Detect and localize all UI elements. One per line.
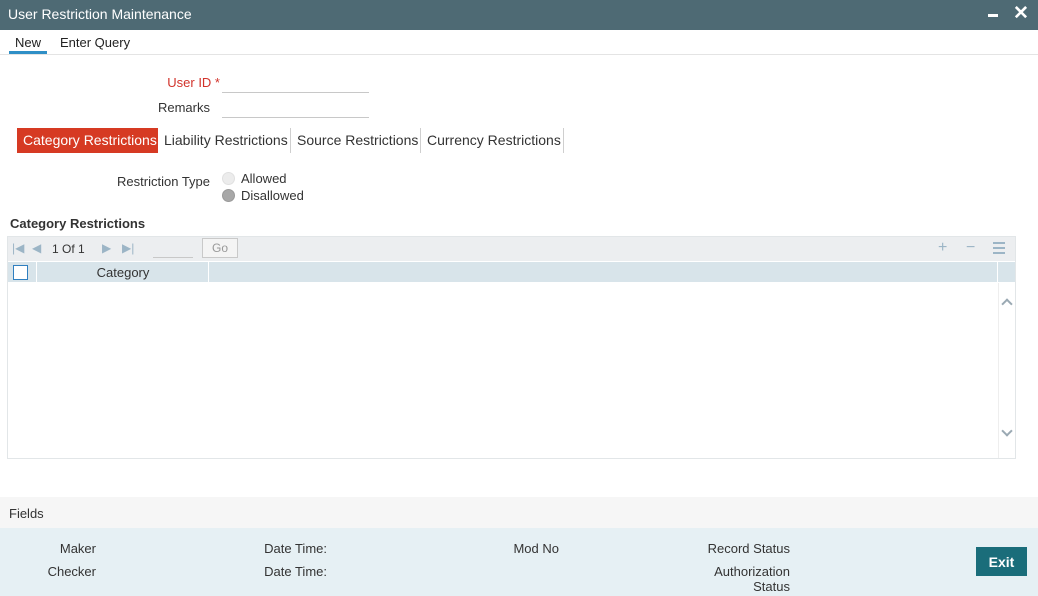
restriction-type-label: Restriction Type xyxy=(117,174,210,189)
column-divider xyxy=(208,262,209,282)
delete-row-icon[interactable]: − xyxy=(966,239,975,257)
menu-enter-query[interactable]: Enter Query xyxy=(60,35,130,50)
minimize-icon[interactable] xyxy=(988,5,1000,23)
grid-header: Category xyxy=(8,262,1015,282)
remarks-input[interactable] xyxy=(222,98,369,118)
tab-category-restrictions[interactable]: Category Restrictions xyxy=(17,128,158,153)
next-page-icon[interactable]: ▶ xyxy=(102,241,111,255)
checker-label: Checker xyxy=(47,564,96,579)
remarks-label: Remarks xyxy=(157,100,210,115)
window-title: User Restriction Maintenance xyxy=(8,6,192,22)
maker-label: Maker xyxy=(59,541,96,556)
menu-new-underline xyxy=(9,51,47,54)
tab-currency-restrictions[interactable]: Currency Restrictions xyxy=(421,128,564,153)
column-list-icon[interactable] xyxy=(993,241,1005,255)
column-divider xyxy=(997,262,998,282)
fields-bar: Fields xyxy=(0,497,1038,528)
category-restrictions-title: Category Restrictions xyxy=(10,216,146,231)
page-current: 1 xyxy=(52,242,59,256)
grid-scrollbar[interactable] xyxy=(998,283,1015,458)
user-id-input[interactable] xyxy=(222,73,369,93)
record-status-label: Record Status xyxy=(707,541,790,556)
prev-page-icon[interactable]: ◀ xyxy=(32,241,41,255)
scroll-up-icon[interactable] xyxy=(1001,297,1013,310)
authorization-status-label: Authorization Status xyxy=(714,564,790,594)
window-titlebar: User Restriction Maintenance ✕ xyxy=(0,0,1038,30)
add-row-icon[interactable]: + xyxy=(938,239,947,257)
tab-liability-restrictions[interactable]: Liability Restrictions xyxy=(158,128,291,153)
close-icon[interactable]: ✕ xyxy=(1013,3,1029,25)
tab-source-restrictions[interactable]: Source Restrictions xyxy=(291,128,421,153)
go-button[interactable]: Go xyxy=(202,238,238,258)
user-id-label: User ID * xyxy=(167,75,220,90)
menu-new[interactable]: New xyxy=(15,35,41,50)
fields-label[interactable]: Fields xyxy=(9,506,44,521)
page-of: Of xyxy=(62,242,75,256)
grid-pager: |◀ ◀ 1 Of 1 ▶ ▶| Go + − xyxy=(8,237,1015,261)
checker-date-time-label: Date Time: xyxy=(264,564,327,579)
page-number-input[interactable] xyxy=(153,241,193,258)
scroll-down-icon[interactable] xyxy=(1001,425,1013,439)
allowed-radio-label: Allowed xyxy=(241,171,287,186)
page-indicator: 1 Of 1 xyxy=(52,242,85,256)
page-total: 1 xyxy=(78,242,85,256)
audit-footer: Maker Checker Date Time: Date Time: Mod … xyxy=(0,528,1038,596)
last-page-icon[interactable]: ▶| xyxy=(122,241,134,255)
menubar: New Enter Query xyxy=(0,30,1038,55)
first-page-icon[interactable]: |◀ xyxy=(12,241,24,255)
disallowed-radio-label: Disallowed xyxy=(241,188,304,203)
disallowed-radio[interactable] xyxy=(222,189,235,202)
allowed-radio[interactable] xyxy=(222,172,235,185)
mod-no-label: Mod No xyxy=(513,541,559,556)
category-grid: |◀ ◀ 1 Of 1 ▶ ▶| Go + − Category xyxy=(7,236,1016,459)
select-all-checkbox[interactable] xyxy=(13,265,28,280)
exit-button[interactable]: Exit xyxy=(976,547,1027,576)
category-column-header[interactable]: Category xyxy=(37,265,209,280)
maker-date-time-label: Date Time: xyxy=(264,541,327,556)
